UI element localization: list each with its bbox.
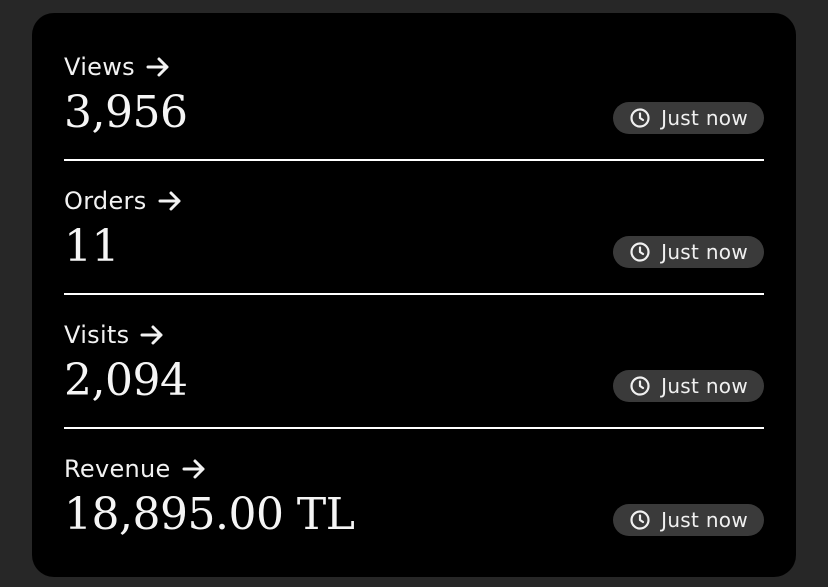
metric-visits: Visits 2,094 Just now: [64, 281, 764, 415]
clock-icon: [630, 108, 650, 128]
metric-views-link[interactable]: Views: [64, 53, 171, 81]
metric-value: 2,094: [64, 355, 188, 406]
metric-orders-link[interactable]: Orders: [64, 187, 183, 215]
metric-label: Orders: [64, 187, 147, 215]
clock-icon: [630, 510, 650, 530]
metric-label: Visits: [64, 321, 130, 349]
updated-text: Just now: [661, 508, 748, 532]
arrow-right-icon: [140, 325, 163, 345]
arrow-right-icon: [146, 57, 169, 77]
arrow-right-icon: [158, 191, 181, 211]
clock-icon: [630, 376, 650, 396]
metric-value: 11: [64, 221, 120, 272]
stats-card: Views 3,956 Just now Orders 11 Just now …: [32, 13, 796, 577]
updated-text: Just now: [661, 240, 748, 264]
metric-orders: Orders 11 Just now: [64, 147, 764, 281]
metric-revenue: Revenue 18,895.00 TL Just now: [64, 415, 764, 549]
metric-visits-link[interactable]: Visits: [64, 321, 165, 349]
metric-views: Views 3,956 Just now: [64, 13, 764, 147]
clock-icon: [630, 242, 650, 262]
metric-label: Views: [64, 53, 135, 81]
updated-text: Just now: [661, 374, 748, 398]
metric-value: 3,956: [64, 87, 188, 138]
updated-badge: Just now: [613, 370, 764, 402]
arrow-right-icon: [182, 459, 205, 479]
updated-text: Just now: [661, 106, 748, 130]
updated-badge: Just now: [613, 236, 764, 268]
metric-revenue-link[interactable]: Revenue: [64, 455, 207, 483]
updated-badge: Just now: [613, 504, 764, 536]
metric-label: Revenue: [64, 455, 171, 483]
metric-value: 18,895.00 TL: [64, 489, 355, 540]
updated-badge: Just now: [613, 102, 764, 134]
